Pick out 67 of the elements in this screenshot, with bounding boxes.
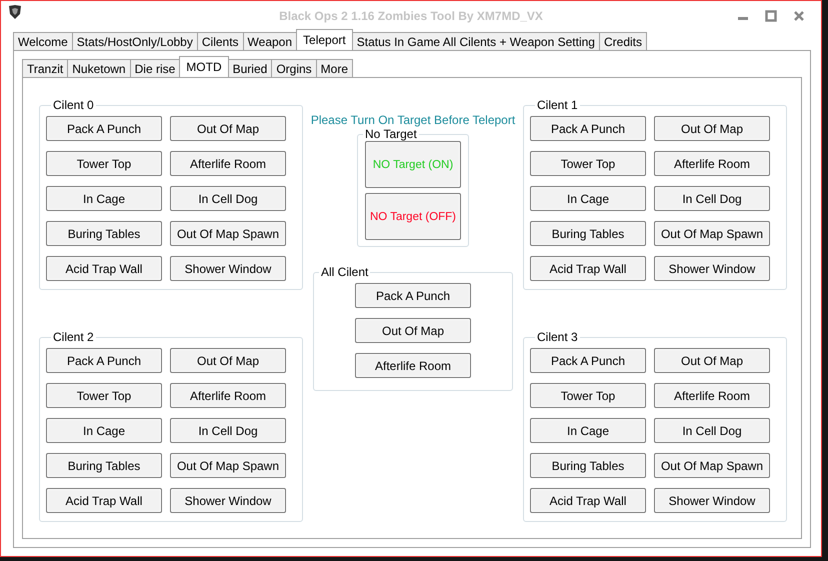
teleport-button[interactable]: In Cage [530, 186, 646, 211]
teleport-button[interactable]: Shower Window [654, 256, 770, 281]
tab[interactable]: Cilents [196, 32, 244, 50]
notice-text: Please Turn On Target Before Teleport [310, 113, 516, 127]
teleport-button[interactable]: In Cage [46, 186, 162, 211]
teleport-button[interactable]: Out Of Map Spawn [654, 453, 770, 478]
teleport-button[interactable]: Afterlife Room [654, 383, 770, 408]
group-title: Cilent 1 [536, 98, 579, 112]
teleport-button[interactable]: Acid Trap Wall [530, 256, 646, 281]
group-title: Cilent 2 [52, 330, 95, 344]
teleport-button[interactable]: Buring Tables [46, 221, 162, 246]
teleport-button[interactable]: Tower Top [530, 151, 646, 176]
tab[interactable]: Status In Game All Cilents + Weapon Setting [352, 32, 600, 50]
teleport-button[interactable]: In Cage [530, 418, 646, 443]
teleport-button[interactable]: Buring Tables [530, 453, 646, 478]
teleport-button[interactable]: Shower Window [170, 488, 286, 513]
tab[interactable]: Buried [228, 59, 272, 77]
teleport-button[interactable]: Tower Top [46, 383, 162, 408]
teleport-button[interactable]: Out Of Map [170, 116, 286, 141]
tab[interactable]: Credits [598, 32, 647, 50]
teleport-button[interactable]: Acid Trap Wall [46, 488, 162, 513]
teleport-button[interactable]: Tower Top [46, 151, 162, 176]
teleport-button[interactable]: Out Of Map [654, 116, 770, 141]
toggle-button[interactable]: NO Target (OFF) [365, 193, 461, 240]
tab[interactable]: Welcome [13, 32, 73, 50]
tab[interactable]: More [316, 59, 353, 77]
teleport-button[interactable]: Pack A Punch [530, 116, 646, 141]
teleport-button[interactable]: Out Of Map [170, 348, 286, 373]
maximize-icon[interactable] [765, 10, 777, 22]
teleport-button[interactable]: Pack A Punch [530, 348, 646, 373]
teleport-button[interactable]: Pack A Punch [46, 348, 162, 373]
teleport-button[interactable]: Pack A Punch [46, 116, 162, 141]
teleport-button[interactable]: In Cell Dog [170, 186, 286, 211]
teleport-button[interactable]: In Cage [46, 418, 162, 443]
teleport-button[interactable]: Pack A Punch [355, 283, 471, 308]
teleport-button[interactable]: Afterlife Room [170, 383, 286, 408]
group-title: No Target [364, 127, 418, 141]
teleport-button[interactable]: Out Of Map Spawn [170, 453, 286, 478]
teleport-button[interactable]: In Cell Dog [654, 186, 770, 211]
teleport-button[interactable]: Shower Window [170, 256, 286, 281]
teleport-button[interactable]: Out Of Map [654, 348, 770, 373]
teleport-button[interactable]: Shower Window [654, 488, 770, 513]
teleport-button[interactable]: Afterlife Room [170, 151, 286, 176]
teleport-button[interactable]: In Cell Dog [170, 418, 286, 443]
teleport-button[interactable]: Out Of Map Spawn [170, 221, 286, 246]
teleport-button[interactable]: Afterlife Room [355, 353, 471, 378]
teleport-button[interactable]: Out Of Map [355, 318, 471, 343]
teleport-button[interactable]: Tower Top [530, 383, 646, 408]
teleport-button[interactable]: Out Of Map Spawn [654, 221, 770, 246]
teleport-button[interactable]: In Cell Dog [654, 418, 770, 443]
group-title: Cilent 0 [52, 98, 95, 112]
shield-icon [7, 4, 23, 20]
tab[interactable]: Nuketown [67, 59, 131, 77]
group-title: Cilent 3 [536, 330, 579, 344]
group-title: All Cilent [320, 265, 370, 279]
teleport-button[interactable]: Buring Tables [530, 221, 646, 246]
tab[interactable]: Orgins [271, 59, 317, 77]
tab[interactable]: Tranzit [22, 59, 68, 77]
teleport-button[interactable]: Buring Tables [46, 453, 162, 478]
window-title: Black Ops 2 1.16 Zombies Tool By XM7MD_VX [279, 9, 543, 23]
tab[interactable]: Die rise [130, 59, 180, 77]
teleport-button[interactable]: Afterlife Room [654, 151, 770, 176]
teleport-button[interactable]: Acid Trap Wall [530, 488, 646, 513]
tab[interactable]: Stats/HostOnly/Lobby [72, 32, 198, 50]
close-icon[interactable] [793, 10, 805, 22]
teleport-button[interactable]: Acid Trap Wall [46, 256, 162, 281]
tab[interactable]: Weapon [242, 32, 298, 50]
